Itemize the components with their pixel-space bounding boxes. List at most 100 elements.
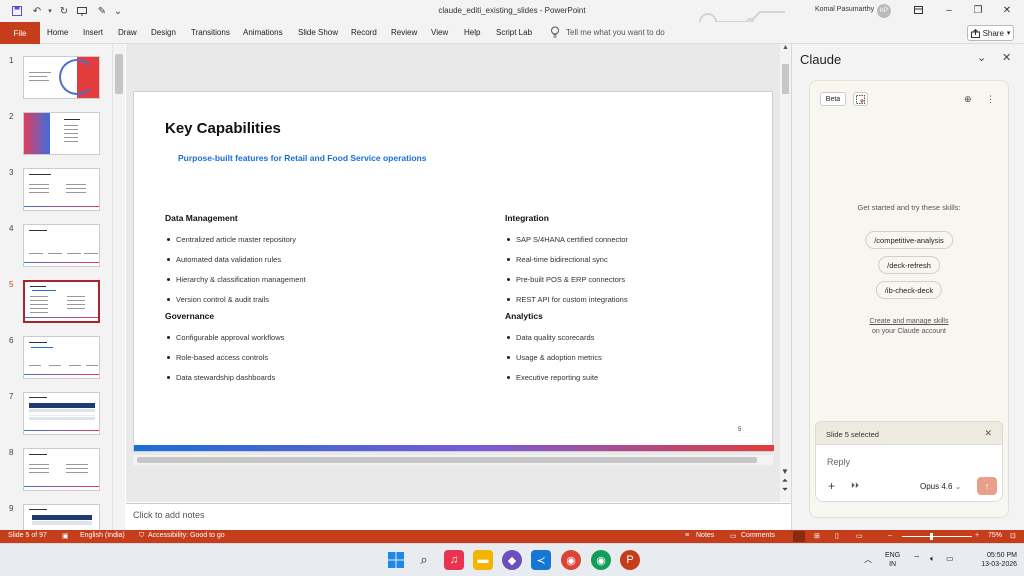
- tell-me-search[interactable]: Tell me what you want to do: [566, 28, 665, 37]
- slide-thumbnails-pane[interactable]: 1 2 3 4 5 6 7 8 9: [0, 44, 112, 530]
- windows-start-icon[interactable]: [386, 550, 406, 570]
- spelling-icon[interactable]: ▣: [62, 532, 69, 540]
- history-icon[interactable]: ⊕: [964, 94, 972, 105]
- slide-thumbnail-1[interactable]: [23, 56, 100, 99]
- ribbon-display-icon[interactable]: [909, 2, 927, 18]
- zoom-slider-handle[interactable]: [930, 533, 933, 540]
- chrome-profile-icon[interactable]: ◉: [591, 550, 611, 570]
- share-button[interactable]: Share ▾: [967, 25, 1014, 41]
- previous-slide-icon[interactable]: ⏶: [779, 476, 791, 485]
- skill-competitive-analysis[interactable]: /competitive-analysis: [865, 231, 953, 249]
- tab-help[interactable]: Help: [464, 28, 480, 37]
- tray-chevron-icon[interactable]: ︿: [864, 554, 872, 565]
- slide-subtitle[interactable]: Purpose-built features for Retail and Fo…: [178, 153, 426, 163]
- horizontal-scrollbar[interactable]: [133, 455, 773, 465]
- comments-button[interactable]: Comments: [741, 532, 775, 539]
- slide-canvas[interactable]: Key Capabilities Purpose-built features …: [133, 91, 774, 452]
- scroll-up-icon[interactable]: ▲: [780, 44, 791, 51]
- powerpoint-icon[interactable]: P: [620, 550, 640, 570]
- next-slide-icon[interactable]: ⏷: [779, 485, 791, 494]
- tab-review[interactable]: Review: [391, 28, 417, 37]
- accessibility-label[interactable]: Accessibility: Good to go: [148, 532, 225, 539]
- notes-pane[interactable]: Click to add notes: [126, 503, 791, 530]
- send-button[interactable]: ↑: [977, 477, 997, 495]
- zoom-level[interactable]: 75%: [988, 532, 1002, 539]
- add-context-icon[interactable]: [853, 92, 868, 106]
- tab-slide-show[interactable]: Slide Show: [298, 28, 338, 37]
- tab-draw[interactable]: Draw: [118, 28, 137, 37]
- tab-view[interactable]: View: [431, 28, 448, 37]
- accessibility-icon[interactable]: ⛉: [139, 532, 144, 540]
- bullet-item[interactable]: Executive reporting suite: [507, 373, 598, 382]
- slide-thumbnail-2[interactable]: [23, 112, 100, 155]
- slide-thumbnail-6[interactable]: [23, 336, 100, 379]
- zoom-slider[interactable]: [902, 536, 972, 537]
- add-icon[interactable]: +: [828, 479, 835, 493]
- vscode-icon[interactable]: ≺: [531, 550, 551, 570]
- bullet-item[interactable]: Real-time bidirectional sync: [507, 255, 608, 264]
- tab-home[interactable]: Home: [47, 28, 68, 37]
- tab-record[interactable]: Record: [351, 28, 377, 37]
- more-options-icon[interactable]: ⋮: [986, 94, 995, 105]
- skill-deck-refresh[interactable]: /deck-refresh: [878, 256, 940, 274]
- tab-script-lab[interactable]: Script Lab: [496, 28, 532, 37]
- bullet-item[interactable]: Version control & audit trails: [167, 295, 269, 304]
- section-heading-analytics[interactable]: Analytics: [505, 311, 543, 321]
- section-heading-integration[interactable]: Integration: [505, 213, 549, 223]
- section-heading-governance[interactable]: Governance: [165, 311, 214, 321]
- volume-icon[interactable]: 🔈︎: [930, 554, 935, 564]
- language-indicator[interactable]: ENG IN: [885, 551, 900, 569]
- slide-counter[interactable]: Slide 5 of 97: [8, 532, 47, 539]
- wifi-icon[interactable]: ⌔: [913, 554, 921, 564]
- section-heading-data-management[interactable]: Data Management: [165, 213, 238, 223]
- slide-thumbnail-3[interactable]: [23, 168, 100, 211]
- restore-icon[interactable]: ❐: [969, 2, 987, 18]
- normal-view-icon[interactable]: [793, 531, 805, 542]
- tab-animations[interactable]: Animations: [243, 28, 283, 37]
- comments-icon[interactable]: ▭: [730, 532, 737, 540]
- slide-nav-arrows[interactable]: ▼ ⏶ ⏷: [779, 467, 791, 494]
- avatar[interactable]: KP: [877, 4, 891, 18]
- slide-sorter-icon[interactable]: ⊞: [814, 532, 820, 540]
- zoom-out-icon[interactable]: –: [888, 532, 892, 539]
- thumbnails-scrollbar[interactable]: [112, 44, 125, 530]
- slideshow-icon[interactable]: ▭: [856, 532, 863, 540]
- close-icon[interactable]: ✕: [1002, 51, 1011, 64]
- battery-icon[interactable]: ▭: [946, 554, 954, 563]
- model-selector[interactable]: Opus 4.6 ⌄: [920, 482, 961, 491]
- app-icon[interactable]: ◆: [502, 550, 522, 570]
- slide-thumbnail-9[interactable]: [23, 504, 100, 530]
- bullet-item[interactable]: Automated data validation rules: [167, 255, 281, 264]
- tab-insert[interactable]: Insert: [83, 28, 103, 37]
- user-name[interactable]: Komal Pasumarthy: [815, 6, 874, 13]
- slide-thumbnail-5[interactable]: [23, 280, 100, 323]
- reply-box[interactable]: Reply + ⏵⏵ Opus 4.6 ⌄ ↑: [815, 444, 1003, 502]
- fit-to-window-icon[interactable]: ⊡: [1010, 532, 1016, 540]
- bullet-item[interactable]: Configurable approval workflows: [167, 333, 284, 342]
- notes-icon[interactable]: ≡: [685, 532, 689, 539]
- scroll-down-icon[interactable]: ▼: [779, 467, 791, 476]
- manage-skills-link[interactable]: Create and manage skills: [810, 318, 1008, 325]
- chrome-icon[interactable]: ◉: [561, 550, 581, 570]
- reading-view-icon[interactable]: ▯: [835, 532, 839, 540]
- bullet-item[interactable]: SAP S/4HANA certified connector: [507, 235, 628, 244]
- notes-placeholder[interactable]: Click to add notes: [133, 510, 205, 520]
- bullet-item[interactable]: Centralized article master repository: [167, 235, 296, 244]
- bullet-item[interactable]: REST API for custom integrations: [507, 295, 628, 304]
- language-label[interactable]: English (India): [80, 532, 125, 539]
- close-icon[interactable]: ✕: [998, 2, 1016, 18]
- fast-forward-icon[interactable]: ⏵⏵: [851, 481, 859, 491]
- tab-design[interactable]: Design: [151, 28, 176, 37]
- bullet-item[interactable]: Pre-built POS & ERP connectors: [507, 275, 625, 284]
- clock[interactable]: 05:50 PM 13-03-2026: [967, 551, 1017, 569]
- reply-input[interactable]: Reply: [827, 457, 850, 467]
- music-app-icon[interactable]: ♫: [444, 550, 464, 570]
- slide-thumbnail-7[interactable]: [23, 392, 100, 435]
- zoom-in-icon[interactable]: +: [975, 532, 979, 539]
- bullet-item[interactable]: Data stewardship dashboards: [167, 373, 275, 382]
- bullet-item[interactable]: Usage & adoption metrics: [507, 353, 602, 362]
- slide-title[interactable]: Key Capabilities: [165, 120, 281, 137]
- tab-transitions[interactable]: Transitions: [191, 28, 230, 37]
- chevron-down-icon[interactable]: ⌄: [977, 51, 986, 64]
- close-icon[interactable]: ✕: [984, 428, 992, 439]
